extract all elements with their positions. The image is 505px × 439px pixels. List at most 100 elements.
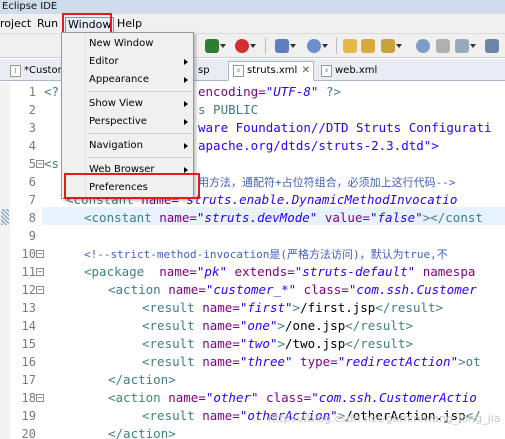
menu-item-show-view[interactable]: Show View [89, 97, 143, 111]
code-token: /first.jsp [300, 300, 376, 315]
next-annotation-icon[interactable] [455, 39, 476, 53]
code-line-11: <package name="pk" extends="struts-defau… [84, 263, 475, 281]
fold-toggle-icon[interactable]: − [36, 160, 44, 168]
fold-toggle-icon[interactable]: − [36, 394, 44, 402]
toolbar-separator [265, 38, 266, 54]
code-token: > [277, 318, 286, 333]
open-type-icon[interactable] [361, 39, 375, 53]
search-icon[interactable] [381, 39, 402, 53]
code-token: name= [151, 210, 197, 225]
tab-jsp[interactable]: sp [195, 61, 225, 81]
code-token: </result> [345, 318, 413, 333]
code-token: "UTF-8" [265, 84, 319, 99]
code-token: <package [84, 264, 145, 279]
overview-ruler [0, 82, 10, 439]
fold-toggle-icon[interactable]: − [36, 286, 44, 294]
code-line-4: apache.org/dtds/struts-2.3.dtd"> [198, 137, 439, 155]
code-token: name= [194, 318, 240, 333]
menu-run[interactable]: Run [37, 17, 58, 31]
code-token: name= [194, 354, 240, 369]
back-icon[interactable] [485, 39, 499, 53]
menu-item-editor[interactable]: Editor [89, 55, 119, 69]
code-line-13: <result name="first">/first.jsp</result> [142, 299, 443, 317]
globe-icon[interactable] [307, 39, 328, 53]
code-token: class= [258, 390, 312, 405]
code-token: name= [194, 300, 240, 315]
xml-file-icon: J [10, 65, 21, 77]
submenu-arrow-icon [184, 101, 188, 107]
tab-web-xml[interactable]: x web.xml [316, 61, 378, 81]
code-token: "other" [205, 390, 259, 405]
code-token: > [277, 336, 286, 351]
code-token: type= [292, 354, 338, 369]
menu-item-navigation[interactable]: Navigation [89, 139, 143, 153]
folder-icon[interactable] [343, 39, 357, 53]
code-token: <s [44, 156, 60, 171]
code-token: > [292, 300, 301, 315]
code-token: "three" [239, 354, 293, 369]
title-bar: Eclipse IDE [0, 0, 505, 14]
code-line-12: <action name="customer_*" class="com.ssh… [108, 281, 477, 299]
code-token: namespa [415, 264, 476, 279]
line-number: 16 [21, 355, 36, 369]
code-line-3: ware Foundation//DTD Struts Configurati [198, 119, 492, 137]
line-number: 17 [21, 373, 36, 387]
menu-help[interactable]: Help [117, 17, 142, 31]
code-line-1-rest: encoding="UTF-8" ?> [198, 83, 341, 101]
code-comment: <!--strict-method-invocation是(严格方法访问)，默认… [84, 248, 448, 261]
fold-toggle-icon[interactable]: − [36, 268, 44, 276]
code-token: ?> [318, 84, 341, 99]
stop-icon[interactable] [235, 39, 256, 53]
code-token: <constant [84, 210, 152, 225]
fold-toggle-icon[interactable]: − [36, 250, 44, 258]
tab-label: struts.xml [247, 65, 298, 76]
submenu-arrow-icon [184, 143, 188, 149]
code-token: ></const [422, 210, 483, 225]
code-token: </result> [345, 336, 413, 351]
code-token: apache.org/dtds/struts-2.3.dtd"> [198, 138, 439, 153]
line-number: 11 [21, 265, 36, 279]
preferences-highlight [64, 173, 200, 199]
code-token: "customer_*" [205, 282, 297, 297]
code-line-6: 用方法，通配符+占位符组合，必须加上这行代码--> [198, 173, 456, 192]
menu-item-new-window[interactable]: New Window [89, 37, 153, 51]
xml-file-icon: x [321, 65, 332, 77]
code-token: "pk" [196, 264, 228, 279]
line-number: 1 [28, 85, 36, 99]
line-number: 3 [28, 121, 36, 135]
code-token: name= [144, 264, 197, 279]
line-number: 12 [21, 283, 36, 297]
menu-separator [88, 91, 192, 92]
code-token: </action> [108, 426, 176, 439]
watermark-text: https://blog.csdn.net/geminiwang_long_ji… [268, 412, 501, 425]
web-icon[interactable] [416, 39, 430, 53]
menu-project[interactable]: roject [0, 17, 31, 31]
run-icon[interactable] [205, 39, 226, 53]
code-token: <result [142, 354, 195, 369]
close-icon[interactable]: ✕ [302, 62, 310, 80]
code-token: <result [142, 408, 195, 423]
submenu-arrow-icon [184, 59, 188, 65]
code-token: <result [142, 318, 195, 333]
code-token: extends= [227, 264, 295, 279]
menu-separator [88, 133, 192, 134]
menu-item-appearance[interactable]: Appearance [89, 73, 149, 87]
code-token: name= [194, 408, 240, 423]
code-token: <result [142, 336, 195, 351]
tab-label: sp [198, 65, 210, 76]
nav-icon[interactable] [436, 39, 450, 53]
line-number: 6 [28, 175, 36, 189]
tab-label: web.xml [335, 65, 378, 76]
new-icon[interactable] [275, 39, 296, 53]
code-token: <action [108, 282, 161, 297]
code-token: </result> [375, 300, 444, 315]
submenu-arrow-icon [184, 77, 188, 83]
tab-customer[interactable]: J *Custom [5, 61, 67, 81]
code-token: <action [108, 390, 161, 405]
code-token: /one.jsp [285, 318, 346, 333]
code-line-5: <s [44, 155, 59, 173]
menu-item-perspective[interactable]: Perspective [89, 115, 147, 129]
tab-struts-xml[interactable]: x struts.xml ✕ [228, 61, 314, 81]
code-line-14: <result name="one">/one.jsp</result> [142, 317, 413, 335]
code-token: <? [44, 84, 60, 99]
